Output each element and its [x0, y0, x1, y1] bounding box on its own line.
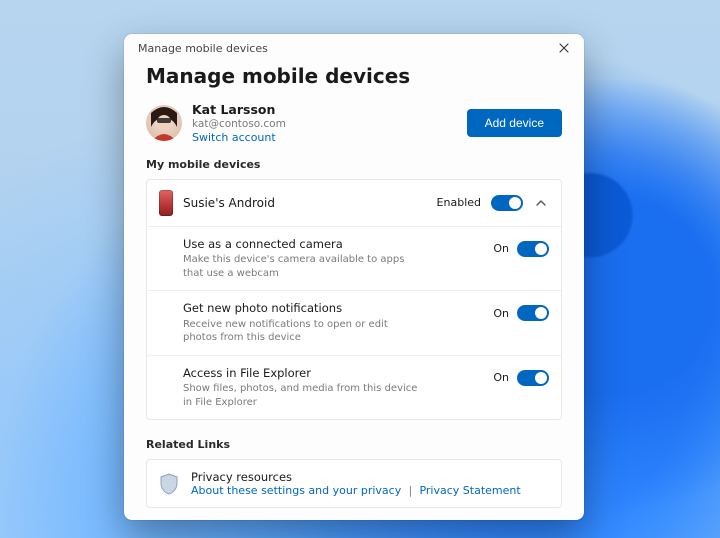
privacy-statement-link[interactable]: Privacy Statement: [419, 484, 520, 497]
related-text: Privacy resources About these settings a…: [191, 470, 521, 497]
option-controls: On: [493, 366, 549, 386]
option-title: Use as a connected camera: [183, 237, 483, 253]
related-title: Privacy resources: [191, 470, 521, 484]
option-controls: On: [493, 237, 549, 257]
account-text: Kat Larsson kat@contoso.com Switch accou…: [192, 102, 286, 144]
page-title: Manage mobile devices: [146, 64, 562, 88]
option-state-label: On: [493, 371, 509, 384]
device-header-row[interactable]: Susie's Android Enabled: [147, 180, 561, 226]
option-controls: On: [493, 301, 549, 321]
option-title: Get new photo notifications: [183, 301, 483, 317]
settings-window: Manage mobile devices Manage mobile devi…: [124, 34, 584, 520]
device-enable-toggle[interactable]: [491, 195, 523, 211]
shield-icon: [159, 473, 179, 495]
device-name: Susie's Android: [183, 196, 427, 210]
related-card: Privacy resources About these settings a…: [146, 459, 562, 508]
option-row-photo-notifications: Get new photo notifications Receive new …: [147, 290, 561, 355]
option-text: Access in File Explorer Show files, phot…: [183, 366, 483, 410]
account-row: Kat Larsson kat@contoso.com Switch accou…: [146, 102, 562, 144]
option-description: Receive new notifications to open or edi…: [183, 318, 423, 345]
photo-notifications-toggle[interactable]: [517, 305, 549, 321]
related-links-label: Related Links: [146, 438, 562, 451]
option-row-connected-camera: Use as a connected camera Make this devi…: [147, 226, 561, 291]
related-links-row: About these settings and your privacy | …: [191, 484, 521, 497]
option-state-label: On: [493, 307, 509, 320]
option-state-label: On: [493, 242, 509, 255]
switch-account-link[interactable]: Switch account: [192, 131, 286, 144]
phone-icon: [159, 190, 173, 216]
option-text: Use as a connected camera Make this devi…: [183, 237, 483, 281]
avatar-image: [146, 105, 182, 141]
avatar: [146, 105, 182, 141]
account-email: kat@contoso.com: [192, 118, 286, 131]
window-content: Manage mobile devices: [124, 62, 584, 520]
account-name: Kat Larsson: [192, 102, 286, 118]
connected-camera-toggle[interactable]: [517, 241, 549, 257]
account-info: Kat Larsson kat@contoso.com Switch accou…: [146, 102, 286, 144]
about-settings-privacy-link[interactable]: About these settings and your privacy: [191, 484, 401, 497]
device-status-label: Enabled: [437, 196, 481, 209]
add-device-button[interactable]: Add device: [467, 109, 562, 137]
separator: |: [409, 485, 413, 497]
option-description: Make this device's camera available to a…: [183, 253, 423, 280]
file-explorer-toggle[interactable]: [517, 370, 549, 386]
option-text: Get new photo notifications Receive new …: [183, 301, 483, 345]
close-icon: [559, 43, 569, 53]
option-row-file-explorer: Access in File Explorer Show files, phot…: [147, 355, 561, 420]
chevron-up-icon: [536, 198, 546, 208]
option-title: Access in File Explorer: [183, 366, 483, 382]
close-button[interactable]: [554, 38, 574, 58]
titlebar: Manage mobile devices: [124, 34, 584, 62]
window-title: Manage mobile devices: [138, 42, 268, 55]
device-card: Susie's Android Enabled Use as a connect…: [146, 179, 562, 421]
my-devices-label: My mobile devices: [146, 158, 562, 171]
expand-button[interactable]: [533, 195, 549, 211]
option-description: Show files, photos, and media from this …: [183, 382, 423, 409]
